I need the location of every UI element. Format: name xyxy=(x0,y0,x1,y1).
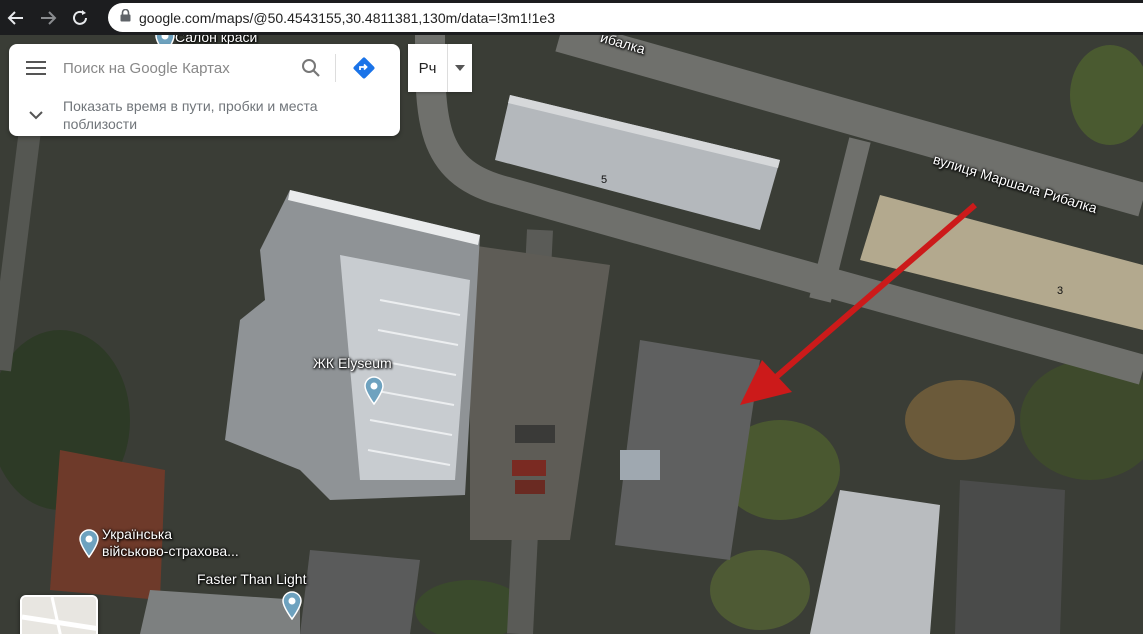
language-control: Рч xyxy=(408,44,472,92)
lock-icon xyxy=(120,8,131,27)
reload-icon[interactable] xyxy=(64,2,96,34)
place-label-elyseum[interactable]: ЖК Elyseum xyxy=(313,355,392,371)
place-label-insurance[interactable]: Українська військово-страхова... xyxy=(102,526,239,560)
place-label-faster-than-light[interactable]: Faster Than Light xyxy=(197,571,306,587)
search-input[interactable] xyxy=(63,44,293,92)
menu-icon[interactable] xyxy=(9,44,63,92)
building-number-5: 5 xyxy=(601,174,608,186)
dropdown-caret-icon[interactable] xyxy=(448,44,472,92)
layers-toggle[interactable] xyxy=(20,595,98,634)
place-pin-icon[interactable] xyxy=(363,375,385,405)
search-icon[interactable] xyxy=(293,44,329,92)
place-label-insurance-line2: військово-страхова... xyxy=(102,543,239,559)
address-bar[interactable]: google.com/maps/@50.4543155,30.4811381,1… xyxy=(108,3,1143,32)
place-pin-icon[interactable] xyxy=(78,528,100,558)
map-thumbnail-icon xyxy=(22,597,96,634)
forward-arrow-icon[interactable] xyxy=(32,2,64,34)
building-number-3: 3 xyxy=(1057,285,1064,297)
url-text: google.com/maps/@50.4543155,30.4811381,1… xyxy=(139,9,555,26)
language-button[interactable]: Рч xyxy=(408,44,448,92)
chevron-down-icon[interactable] xyxy=(9,94,63,136)
search-divider xyxy=(335,54,336,82)
place-label-insurance-line1: Українська xyxy=(102,526,173,542)
travel-time-suggestion[interactable]: Показать время в пути, пробки и места по… xyxy=(9,94,400,136)
search-panel: Показать время в пути, пробки и места по… xyxy=(9,44,400,136)
directions-icon[interactable] xyxy=(342,44,386,92)
back-arrow-icon[interactable] xyxy=(0,2,32,34)
suggestion-text: Показать время в пути, пробки и места по… xyxy=(63,98,318,132)
place-pin-icon[interactable] xyxy=(281,590,303,620)
maps-page: google.com/maps/@50.4543155,30.4811381,1… xyxy=(0,0,1143,634)
browser-toolbar: google.com/maps/@50.4543155,30.4811381,1… xyxy=(0,0,1143,35)
search-row xyxy=(9,44,400,92)
